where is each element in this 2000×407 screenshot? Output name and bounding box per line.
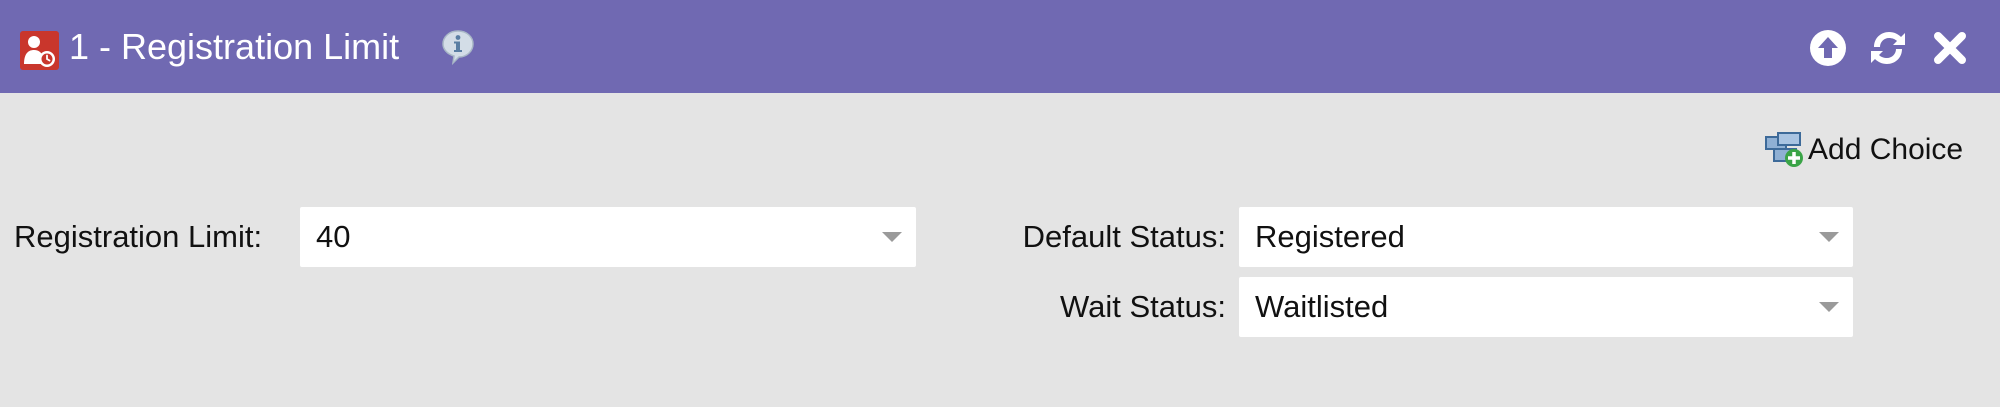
flow-step-panel: 1 - Registration Limit Add Choice Regist… — [0, 0, 2000, 407]
registration-limit-select[interactable]: 40 — [300, 207, 916, 267]
wait-status-label: Wait Status: — [1060, 289, 1226, 324]
refresh-icon — [1871, 32, 1905, 64]
close-icon — [1934, 32, 1966, 64]
default-status-select[interactable]: Registered — [1239, 207, 1853, 267]
default-status-label: Default Status: — [1022, 219, 1226, 254]
add-choice-label: Add Choice — [1808, 133, 1964, 166]
arrow-up-circle-icon — [1810, 30, 1846, 66]
chevron-down-icon — [882, 230, 902, 244]
registration-limit-label: Registration Limit: — [14, 219, 263, 254]
close-button[interactable] — [1930, 28, 1970, 68]
refresh-button[interactable] — [1868, 28, 1908, 68]
add-choice-icon — [1764, 131, 1806, 169]
move-up-button[interactable] — [1808, 28, 1848, 68]
chevron-down-icon — [1819, 300, 1839, 314]
info-icon[interactable] — [441, 29, 475, 66]
wait-status-value: Waitlisted — [1255, 289, 1389, 324]
chevron-down-icon — [1819, 230, 1839, 244]
panel-title: 1 - Registration Limit — [69, 26, 400, 67]
wait-status-select[interactable]: Waitlisted — [1239, 277, 1853, 337]
add-choice-button[interactable]: Add Choice — [1764, 130, 1963, 170]
registration-limit-step-icon — [20, 31, 59, 70]
panel-header: 1 - Registration Limit — [0, 0, 2000, 93]
default-status-value: Registered — [1255, 219, 1405, 254]
registration-limit-value: 40 — [316, 219, 351, 254]
